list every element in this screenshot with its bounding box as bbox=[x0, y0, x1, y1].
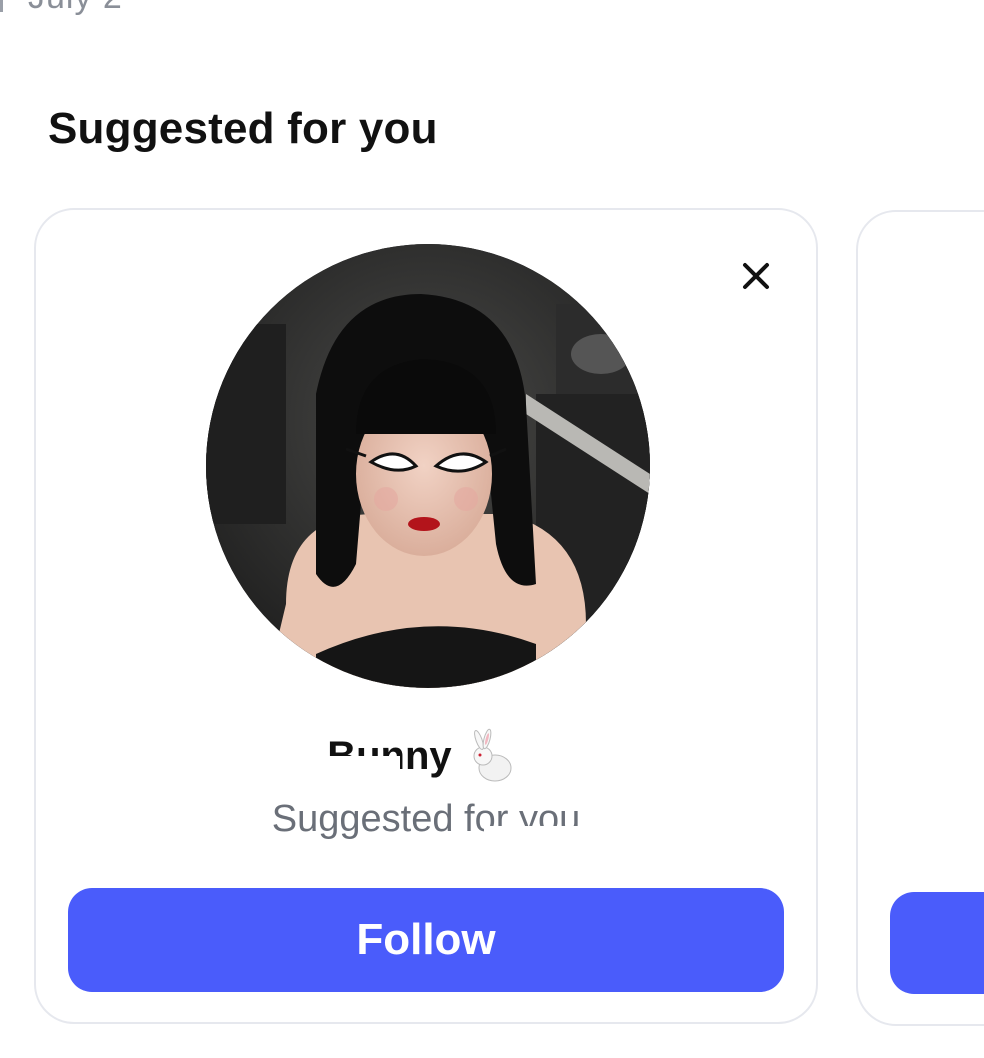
section-title: Suggested for you bbox=[48, 104, 438, 153]
next-follow-button[interactable] bbox=[890, 892, 984, 994]
profile-avatar[interactable] bbox=[206, 244, 650, 688]
subtitle-redaction bbox=[484, 826, 624, 848]
next-suggestion-card[interactable] bbox=[856, 210, 984, 1026]
username[interactable]: Bunny bbox=[321, 734, 452, 786]
dismiss-button[interactable] bbox=[736, 256, 776, 296]
previous-post-date: July 2 bbox=[28, 0, 123, 17]
suggested-page: July 2 Suggested for you bbox=[0, 0, 984, 1058]
rabbit-icon bbox=[473, 728, 512, 782]
username-redaction bbox=[321, 755, 400, 786]
suggestion-reason: Suggested for you bbox=[36, 798, 816, 848]
username-row[interactable]: Bunny bbox=[36, 728, 816, 786]
close-icon bbox=[743, 263, 769, 289]
scroll-edge-mark bbox=[0, 0, 3, 12]
suggestion-card[interactable]: Bunny Suggested for you Follow bbox=[34, 208, 818, 1024]
follow-button[interactable]: Follow bbox=[68, 888, 784, 992]
